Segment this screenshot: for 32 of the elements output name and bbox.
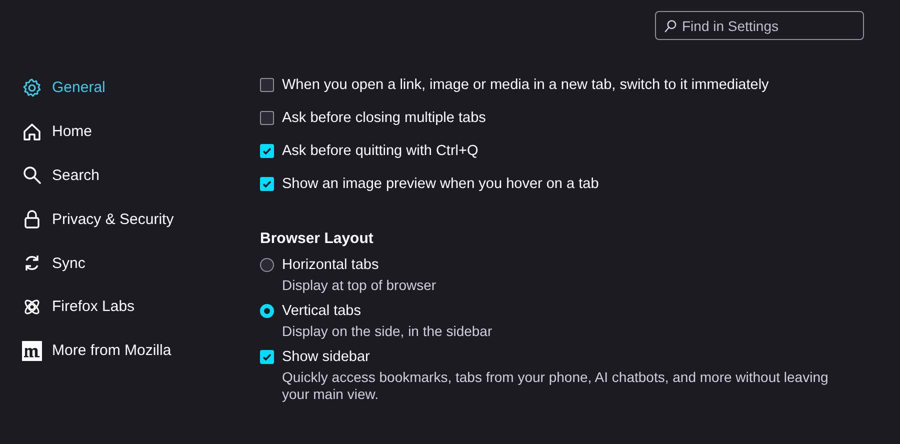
- sidebar-item[interactable]: Privacy & Security: [22, 197, 174, 242]
- search-icon: [22, 165, 42, 186]
- atom-icon: [22, 296, 42, 317]
- checkbox[interactable]: [260, 144, 274, 158]
- option-label: Horizontal tabs: [282, 257, 379, 273]
- option-label: Show an image preview when you hover on a tab: [282, 176, 599, 192]
- option-description: Display at top of browser: [281, 277, 438, 294]
- sidebar-item[interactable]: Sync: [22, 241, 86, 285]
- settings-icon: [22, 78, 42, 98]
- lock-icon: [22, 209, 42, 230]
- logo-icon: [22, 340, 42, 361]
- section-heading: Browser Layout: [260, 230, 374, 247]
- radio-button[interactable]: [260, 304, 274, 318]
- checkbox[interactable]: [260, 176, 274, 190]
- option-label: Show sidebar: [282, 349, 370, 365]
- sidebar-item[interactable]: More from Mozilla: [22, 328, 172, 373]
- checkbox[interactable]: [260, 350, 274, 364]
- radio-button[interactable]: [260, 258, 274, 272]
- option-label: Ask before closing multiple tabs: [282, 110, 486, 126]
- option-label: Vertical tabs: [282, 303, 361, 319]
- sidebar-item[interactable]: General: [22, 66, 106, 110]
- search-field[interactable]: Find in Settings: [655, 11, 864, 40]
- option-description: Display on the side, in the sidebar: [281, 323, 494, 340]
- option-description: Quickly access bookmarks, tabs from your phone, AI chatbots, and more without leaving your main view.: [281, 369, 830, 403]
- option-label: When you open a link, image or media in a new tab, switch to it immediately: [282, 76, 769, 92]
- home-icon: [22, 122, 42, 142]
- checkbox[interactable]: [260, 78, 274, 92]
- option-label: Ask before quitting with Ctrl+Q: [282, 142, 478, 158]
- sidebar-item[interactable]: Home: [22, 110, 92, 154]
- sidebar-item[interactable]: Search: [22, 154, 100, 198]
- sidebar-item[interactable]: Firefox Labs: [22, 284, 135, 329]
- checkbox[interactable]: [260, 110, 274, 124]
